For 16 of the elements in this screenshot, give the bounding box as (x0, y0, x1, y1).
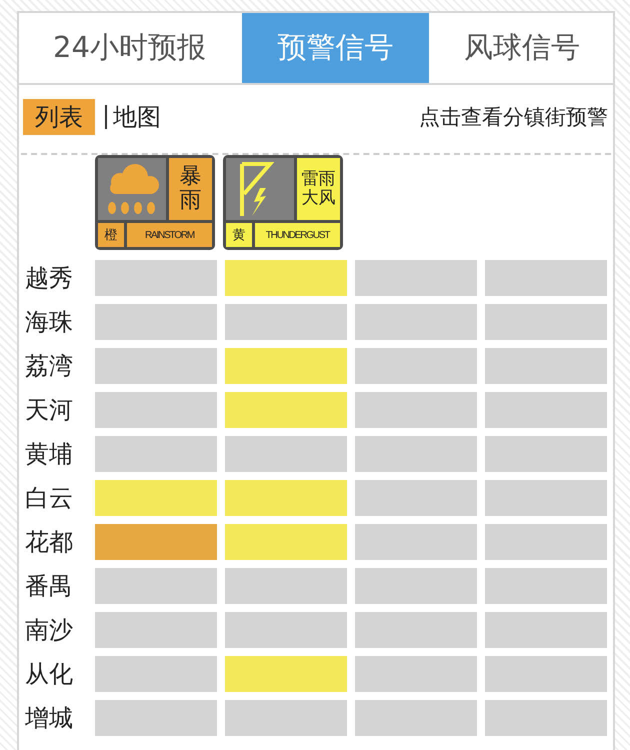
district-name: 增城 (25, 703, 74, 734)
district-name: 南沙 (25, 615, 74, 646)
town-warnings-link[interactable]: 点击查看分镇街预警 (419, 103, 608, 131)
view-toggle[interactable]: 地图 (109, 99, 169, 135)
district-name: 越秀 (25, 263, 74, 294)
warning-signal-icon: 雷雨大风 黄 THUNDERGUST (223, 155, 343, 250)
district-name: 花都 (25, 527, 74, 558)
district-name: 白云 (25, 483, 74, 514)
district-name: 从化 (25, 659, 74, 690)
view-toggle[interactable]: 列表 (23, 99, 95, 135)
district-name: 番禺 (25, 571, 74, 602)
district-name: 海珠 (25, 307, 74, 338)
warning-signal-icon: 暴雨 橙 RAINSTORM (95, 155, 215, 250)
district-name: 天河 (25, 395, 74, 426)
district-name: 黄埔 (25, 439, 74, 470)
district-name: 荔湾 (25, 351, 74, 382)
